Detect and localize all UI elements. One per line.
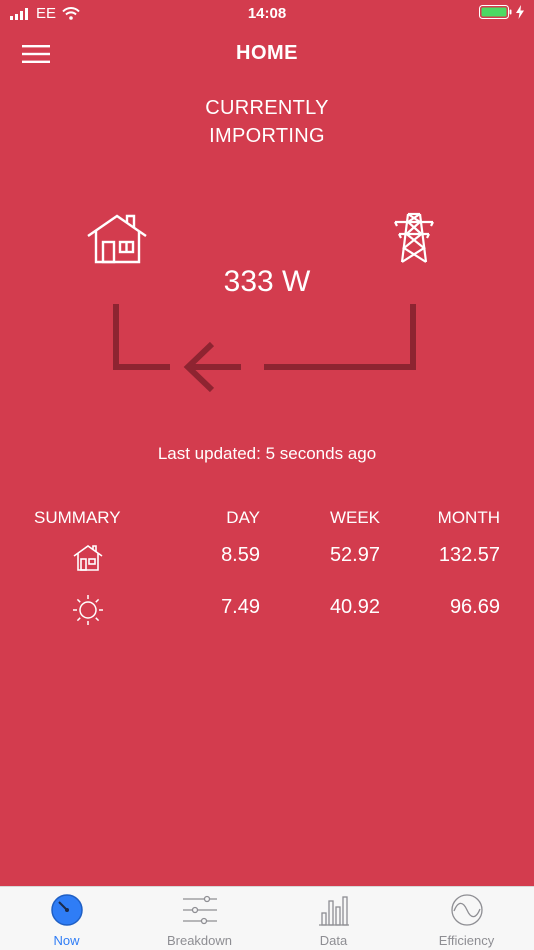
sliders-icon [133,893,266,927]
energy-flow-graphic [108,300,420,401]
tab-now-label: Now [53,933,80,948]
sun-icon [72,594,104,631]
bar-chart-icon [267,893,400,927]
flow-arrow-icon [183,341,241,393]
tab-data[interactable]: Data [267,887,400,950]
wave-icon [400,893,533,927]
battery-icon [479,5,512,19]
status-time: 14:08 [247,5,287,22]
gauge-icon [0,893,133,927]
tab-data-label: Data [319,933,348,948]
column-header-month: MONTH [437,508,500,527]
house-day-value: 8.59 [221,544,260,566]
tab-now[interactable]: Now [0,887,133,950]
nav-bar: HOME [0,28,534,80]
tab-breakdown-label: Breakdown [166,933,233,948]
status-bar: EE 14:08 [0,0,534,28]
tab-breakdown[interactable]: Breakdown [133,887,266,950]
summary-house-icon [73,544,103,577]
house-icon [86,212,148,271]
page-title: HOME [236,42,298,64]
tab-efficiency-label: Efficiency [438,933,495,948]
last-updated-text: Last updated: 5 seconds ago [157,444,377,463]
flow-line-right [264,304,416,370]
solar-week-value: 40.92 [329,596,380,618]
status-right [479,5,524,19]
tab-efficiency[interactable]: Efficiency [400,887,533,950]
column-header-day: DAY [226,508,260,527]
status-line-1: CURRENTLY [205,97,329,119]
flow-line-left [113,304,170,370]
house-week-value: 52.97 [329,544,380,566]
import-status-heading: CURRENTLY IMPORTING [0,94,534,150]
tab-bar: Now Breakdown Data Efficiency [0,886,534,950]
column-header-week: WEEK [329,508,380,527]
power-value: 333 W [223,265,311,298]
status-line-2: IMPORTING [209,125,325,147]
charging-bolt-icon [516,5,524,19]
solar-day-value: 7.49 [221,596,260,618]
solar-month-value: 96.69 [449,596,500,618]
pylon-icon [392,212,436,269]
house-month-value: 132.57 [438,544,500,566]
summary-header: SUMMARY [34,508,121,527]
